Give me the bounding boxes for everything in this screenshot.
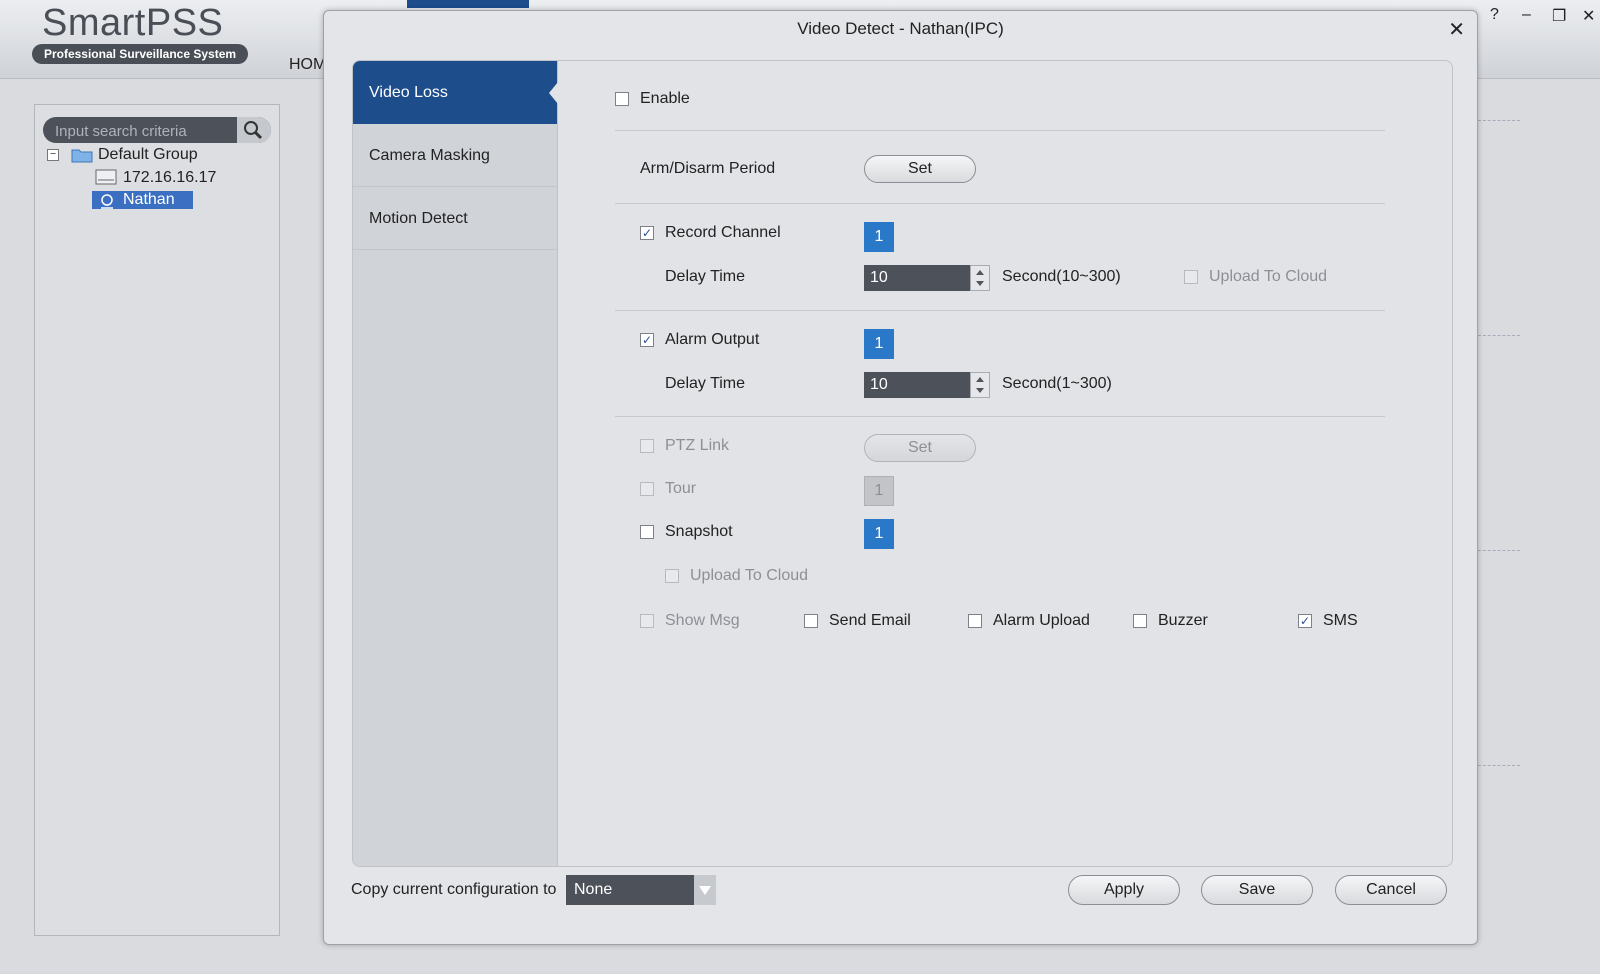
cancel-button[interactable]: Cancel bbox=[1335, 875, 1447, 905]
tab-camera-masking[interactable]: Camera Masking bbox=[353, 124, 557, 187]
nvr-device-icon bbox=[95, 169, 117, 185]
spinner-arrows[interactable] bbox=[970, 265, 990, 291]
search-input[interactable] bbox=[53, 120, 237, 142]
alarm-output-label: Alarm Output bbox=[665, 331, 760, 348]
tree-collapse-toggle[interactable]: − bbox=[47, 149, 59, 161]
spinner-arrows[interactable] bbox=[970, 372, 990, 398]
divider bbox=[1478, 120, 1520, 121]
spin-down-icon[interactable] bbox=[976, 388, 984, 393]
close-icon[interactable]: ✕ bbox=[1448, 17, 1465, 42]
tree-device-172-16-16-17[interactable]: 172.16.16.17 bbox=[123, 169, 216, 187]
app-logo-subtitle: Professional Surveillance System bbox=[32, 44, 248, 64]
record-channel-select-button[interactable]: 1 bbox=[864, 222, 894, 252]
search-box bbox=[43, 117, 271, 143]
tab-motion-detect[interactable]: Motion Detect bbox=[353, 187, 557, 250]
record-channel-checkbox[interactable]: ✓ bbox=[640, 226, 654, 240]
alarm-output-checkbox[interactable]: ✓ bbox=[640, 333, 654, 347]
divider bbox=[1478, 550, 1520, 551]
divider bbox=[615, 130, 1385, 131]
divider bbox=[615, 310, 1385, 311]
snapshot-label: Snapshot bbox=[665, 523, 733, 540]
record-channel-label: Record Channel bbox=[665, 224, 781, 241]
divider bbox=[1478, 765, 1520, 766]
snapshot-checkbox[interactable] bbox=[640, 525, 654, 539]
tab-label: Video Loss bbox=[369, 84, 448, 101]
tree-device-nathan[interactable]: Nathan bbox=[92, 191, 193, 209]
restore-icon[interactable]: ❐ bbox=[1552, 6, 1566, 26]
copy-config-label: Copy current configuration to bbox=[351, 881, 557, 898]
enable-checkbox[interactable] bbox=[615, 92, 629, 106]
snapshot-select-button[interactable]: 1 bbox=[864, 519, 894, 549]
alarm-upload-checkbox[interactable] bbox=[968, 614, 982, 628]
record-delay-range: Second(10~300) bbox=[1002, 268, 1121, 285]
show-msg-label: Show Msg bbox=[665, 612, 740, 629]
spin-up-icon[interactable] bbox=[976, 377, 984, 382]
record-upload-cloud-checkbox[interactable] bbox=[1184, 270, 1198, 284]
tab-label: Camera Masking bbox=[369, 147, 490, 164]
copy-config-select[interactable]: None bbox=[566, 875, 716, 905]
help-icon[interactable]: ? bbox=[1490, 6, 1499, 24]
tree-group-default[interactable]: Default Group bbox=[98, 146, 198, 164]
video-detect-dialog: Video Detect - Nathan(IPC) ✕ Video Loss … bbox=[323, 10, 1478, 945]
settings-panel: Enable Arm/Disarm Period Set ✓ Record Ch… bbox=[557, 61, 1452, 866]
tour-select-button[interactable]: 1 bbox=[864, 476, 894, 506]
buzzer-checkbox[interactable] bbox=[1133, 614, 1147, 628]
send-email-checkbox[interactable] bbox=[804, 614, 818, 628]
alarm-delay-label: Delay Time bbox=[665, 375, 746, 392]
ptz-link-set-button[interactable]: Set bbox=[864, 434, 976, 462]
minimize-icon[interactable]: – bbox=[1522, 6, 1531, 24]
tab-label: Motion Detect bbox=[369, 210, 468, 227]
record-delay-label: Delay Time bbox=[665, 268, 746, 285]
spin-down-icon[interactable] bbox=[976, 281, 984, 286]
ptz-link-checkbox[interactable] bbox=[640, 439, 654, 453]
device-tree-panel: − Default Group 172.16.16.17 Nathan bbox=[34, 104, 280, 936]
snapshot-upload-cloud-label: Upload To Cloud bbox=[690, 567, 809, 584]
save-button[interactable]: Save bbox=[1201, 875, 1313, 905]
divider bbox=[615, 203, 1385, 204]
alarm-delay-range: Second(1~300) bbox=[1002, 375, 1112, 392]
alarm-output-select-button[interactable]: 1 bbox=[864, 329, 894, 359]
spin-up-icon[interactable] bbox=[976, 270, 984, 275]
app-logo: SmartPSS bbox=[42, 2, 224, 44]
divider bbox=[1478, 335, 1520, 336]
app-close-icon[interactable]: ✕ bbox=[1582, 6, 1595, 26]
ptz-link-label: PTZ Link bbox=[665, 437, 730, 454]
folder-icon bbox=[71, 149, 93, 163]
active-tab-indicator bbox=[407, 0, 529, 8]
show-msg-checkbox[interactable] bbox=[640, 614, 654, 628]
tour-checkbox[interactable] bbox=[640, 482, 654, 496]
sms-checkbox[interactable]: ✓ bbox=[1298, 614, 1312, 628]
alarm-upload-label: Alarm Upload bbox=[993, 612, 1090, 629]
dialog-body: Video Loss Camera Masking Motion Detect … bbox=[352, 60, 1453, 867]
buzzer-label: Buzzer bbox=[1158, 612, 1208, 629]
record-delay-input[interactable] bbox=[864, 265, 968, 291]
snapshot-upload-cloud-checkbox[interactable] bbox=[665, 569, 679, 583]
search-icon bbox=[244, 121, 263, 140]
copy-config-value: None bbox=[574, 881, 613, 898]
dialog-title: Video Detect - Nathan(IPC) bbox=[797, 19, 1004, 38]
record-delay-spinner bbox=[864, 265, 990, 291]
dropdown-button[interactable] bbox=[694, 875, 716, 905]
arm-disarm-set-button[interactable]: Set bbox=[864, 155, 976, 183]
tab-video-loss[interactable]: Video Loss bbox=[353, 61, 558, 124]
sms-label: SMS bbox=[1323, 612, 1358, 629]
alarm-delay-spinner bbox=[864, 372, 990, 398]
tour-label: Tour bbox=[665, 480, 697, 497]
divider bbox=[615, 416, 1385, 417]
enable-label: Enable bbox=[640, 90, 690, 107]
chevron-down-icon bbox=[699, 886, 711, 895]
side-nav: Video Loss Camera Masking Motion Detect bbox=[353, 61, 558, 866]
record-upload-cloud-label: Upload To Cloud bbox=[1209, 268, 1328, 285]
camera-icon bbox=[101, 194, 113, 209]
tab-home[interactable]: HOM bbox=[289, 56, 326, 74]
search-button[interactable] bbox=[237, 117, 271, 143]
send-email-label: Send Email bbox=[829, 612, 911, 629]
alarm-delay-input[interactable] bbox=[864, 372, 968, 398]
arm-disarm-label: Arm/Disarm Period bbox=[640, 160, 776, 177]
tree-device-label: Nathan bbox=[123, 191, 175, 208]
apply-button[interactable]: Apply bbox=[1068, 875, 1180, 905]
